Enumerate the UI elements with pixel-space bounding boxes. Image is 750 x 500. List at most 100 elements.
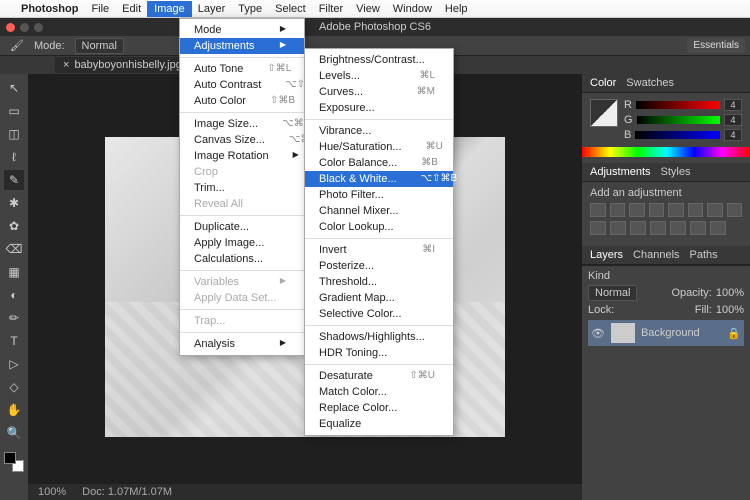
hand-tool[interactable]: ✋ [4,400,24,420]
adjustments-menu-item[interactable]: Desaturate⇧⌘U [305,368,453,384]
image-menu-item[interactable]: Auto Tone⇧⌘L [180,61,304,77]
menu-view[interactable]: View [356,3,380,15]
swatches-tab[interactable]: Swatches [626,77,674,89]
image-menu-item[interactable]: Image Size...⌥⌘I [180,116,304,132]
menu-app[interactable]: Photoshop [21,3,78,15]
close-window-icon[interactable] [6,23,15,32]
color-swatch[interactable] [4,452,24,472]
eyedropper-tool[interactable]: ℓ [4,147,24,167]
color-tab[interactable]: Color [590,77,616,89]
adj-vibrance-icon[interactable] [668,203,684,217]
zoom-tool[interactable]: 🔍 [4,423,24,443]
pen-tool[interactable]: ✏ [4,308,24,328]
b-value[interactable]: 4 [724,129,742,141]
image-menu-item[interactable]: Canvas Size...⌥⌘C [180,132,304,148]
channels-tab[interactable]: Channels [633,249,679,261]
menu-layer[interactable]: Layer [198,3,226,15]
crop-tool[interactable]: ◫ [4,124,24,144]
layers-tab[interactable]: Layers [590,249,623,261]
adj-gradmap-icon[interactable] [690,221,706,235]
adjustments-menu-item[interactable]: Invert⌘I [305,242,453,258]
adjustments-menu-item[interactable]: Hue/Saturation...⌘U [305,139,453,155]
shape-tool[interactable]: ◇ [4,377,24,397]
adjustments-menu-item[interactable]: Shadows/Highlights... [305,329,453,345]
layer-thumbnail[interactable] [611,323,635,343]
image-menu-item[interactable]: Mode [180,22,304,38]
menu-filter[interactable]: Filter [319,3,343,15]
marquee-tool[interactable]: ▭ [4,101,24,121]
adjustments-menu-item[interactable]: Color Lookup... [305,219,453,235]
adjustments-menu-item[interactable]: Posterize... [305,258,453,274]
menu-edit[interactable]: Edit [122,3,141,15]
adjustments-menu-item[interactable]: Brightness/Contrast... [305,52,453,68]
adjustments-menu-item[interactable]: Gradient Map... [305,290,453,306]
adj-hue-icon[interactable] [688,203,704,217]
image-menu-item[interactable]: Auto Color⇧⌘B [180,93,304,109]
mode-select[interactable]: Normal [75,38,124,54]
image-menu-item[interactable]: Apply Image... [180,235,304,251]
healing-tool[interactable]: ✱ [4,193,24,213]
styles-tab[interactable]: Styles [661,166,691,178]
image-menu-item[interactable]: Image Rotation [180,148,304,164]
menu-window[interactable]: Window [393,3,432,15]
adjustments-tab[interactable]: Adjustments [590,166,651,178]
g-value[interactable]: 4 [724,114,742,126]
adjustments-menu-item[interactable]: Threshold... [305,274,453,290]
adj-exposure-icon[interactable] [649,203,665,217]
adj-brightness-icon[interactable] [590,203,606,217]
adjustments-menu-item[interactable]: Curves...⌘M [305,84,453,100]
adj-levels-icon[interactable] [610,203,626,217]
adjustments-menu-item[interactable]: Match Color... [305,384,453,400]
blend-mode-select[interactable]: Normal [588,285,637,301]
adj-lookup-icon[interactable] [610,221,626,235]
brush-icon[interactable]: 🖌 [10,39,24,52]
gradient-tool[interactable]: ▦ [4,262,24,282]
adj-selcolor-icon[interactable] [710,221,726,235]
move-tool[interactable]: ↖ [4,78,24,98]
adjustments-menu-item[interactable]: Equalize [305,416,453,432]
image-menu-item[interactable]: Trim... [180,180,304,196]
menu-help[interactable]: Help [445,3,468,15]
zoom-level[interactable]: 100% [38,486,66,498]
workspace-switcher[interactable]: Essentials [687,38,745,53]
adjustments-menu-item[interactable]: Vibrance... [305,123,453,139]
adj-curves-icon[interactable] [629,203,645,217]
adjustments-menu-item[interactable]: Color Balance...⌘B [305,155,453,171]
minimize-window-icon[interactable] [20,23,29,32]
opacity-value[interactable]: 100% [716,287,744,299]
color-spectrum[interactable] [582,147,750,157]
adjustments-menu-item[interactable]: Replace Color... [305,400,453,416]
brush-tool[interactable]: ✎ [4,170,24,190]
r-slider[interactable] [636,101,720,109]
zoom-window-icon[interactable] [34,23,43,32]
menu-image[interactable]: Image [147,1,192,17]
eraser-tool[interactable]: ⌫ [4,239,24,259]
adjustments-menu-item[interactable]: Photo Filter... [305,187,453,203]
image-menu-item[interactable]: Auto Contrast⌥⇧⌘L [180,77,304,93]
g-slider[interactable] [637,116,720,124]
dodge-tool[interactable]: ◐ [4,285,24,305]
path-tool[interactable]: ▷ [4,354,24,374]
layer-row-background[interactable]: 👁 Background 🔒 [588,320,744,346]
adj-photo-icon[interactable] [727,203,743,217]
adj-invert-icon[interactable] [630,221,646,235]
adj-poster-icon[interactable] [650,221,666,235]
tab-close-icon[interactable]: × [63,59,69,71]
image-menu-item[interactable]: Calculations... [180,251,304,267]
image-menu-item[interactable]: Analysis [180,336,304,352]
image-menu-item[interactable]: Adjustments [180,38,304,54]
fill-value[interactable]: 100% [716,304,744,316]
adjustments-menu-item[interactable]: HDR Toning... [305,345,453,361]
paths-tab[interactable]: Paths [690,249,718,261]
menu-file[interactable]: File [91,3,109,15]
b-slider[interactable] [635,131,720,139]
visibility-icon[interactable]: 👁 [591,327,605,340]
menu-select[interactable]: Select [275,3,306,15]
adjustments-menu-item[interactable]: Selective Color... [305,306,453,322]
adj-thresh-icon[interactable] [670,221,686,235]
r-value[interactable]: 4 [724,99,742,111]
adj-bw-icon[interactable] [707,203,723,217]
clone-tool[interactable]: ✿ [4,216,24,236]
foreground-background-swatch[interactable] [590,99,618,127]
adj-mixer-icon[interactable] [590,221,606,235]
